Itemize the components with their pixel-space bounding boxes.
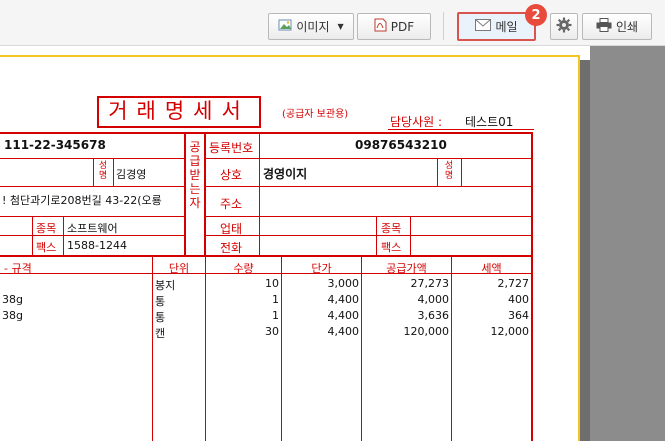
receiver-label-col [259, 132, 260, 256]
supplier-fax-label: 팩스 [36, 241, 57, 254]
receiver-row-line [204, 235, 533, 236]
supplier-cell-line [63, 216, 64, 256]
step-badge: 2 [525, 4, 547, 26]
receiver-name-label: 성명 [444, 161, 454, 181]
image-icon [278, 18, 292, 35]
preview-background [590, 46, 665, 441]
row-tax: 400 [508, 293, 529, 306]
row-unit: 통 [155, 295, 166, 308]
row-supply: 3,636 [417, 309, 450, 322]
envelope-icon [475, 19, 492, 34]
supplier-name-label: 성명 [98, 161, 108, 181]
receiver-address-label: 주소 [220, 197, 243, 211]
pdf-export-button[interactable]: PDF [357, 13, 431, 40]
supplier-address: ! 첨단과기로208번길 43-22(오룡 [2, 194, 162, 207]
image-export-button[interactable]: 이미지 ▼ [268, 13, 354, 40]
row-qty: 1 [272, 309, 279, 322]
col-header-supply: 공급가액 [386, 262, 427, 275]
supplier-divider [184, 132, 186, 256]
receiver-phone-label: 전화 [220, 241, 243, 255]
report-viewer: 이미지 ▼ PDF 메일 2 인쇄 거래명세서 (공급자 보관용) 담당사원:… [0, 0, 665, 441]
receiver-row-line [204, 186, 533, 187]
row-supply: 4,000 [417, 293, 450, 306]
receiver-fax-label: 팩스 [381, 241, 402, 254]
supplier-row-line [0, 186, 184, 187]
row-price: 3,000 [327, 277, 360, 290]
info-bottom-border [0, 255, 533, 257]
supplier-cell-line [93, 158, 94, 186]
supplier-fax: 1588-1244 [67, 239, 127, 252]
row-supply: 27,273 [410, 277, 450, 290]
receiver-cell-line [410, 216, 411, 256]
row-unit: 봉지 [155, 279, 176, 292]
supplier-item: 소프트웨어 [67, 222, 118, 235]
toolbar-divider [443, 12, 444, 40]
receiver-cell-line [437, 158, 438, 186]
row-qty: 1 [272, 293, 279, 306]
supplier-row-line [0, 158, 184, 159]
receiver-company: 경영이지 [263, 167, 308, 181]
col-header-price: 단가 [311, 262, 332, 275]
manager-value: 테스트01 [465, 115, 514, 129]
col-header-spec: - 규격 [4, 262, 32, 275]
supplier-cell-line [113, 158, 114, 186]
document-subtitle: (공급자 보관용) [282, 109, 349, 120]
receiver-cell-line [461, 158, 462, 186]
receiver-business-label: 업태 [220, 222, 243, 236]
table-col-line [152, 257, 153, 441]
gear-icon [556, 17, 572, 36]
row-price: 4,400 [327, 325, 360, 338]
supplier-regno: 111-22-345678 [4, 138, 106, 152]
toolbar: 이미지 ▼ PDF 메일 2 인쇄 [0, 0, 665, 46]
image-export-label: 이미지 [296, 20, 330, 34]
col-header-unit: 단위 [168, 262, 190, 275]
receiver-vertical-label: 공급받는자 [189, 140, 201, 210]
receiver-cell-line [376, 216, 377, 256]
print-label: 인쇄 [615, 20, 639, 34]
row-spec: 38g [2, 293, 23, 306]
row-spec: 38g [2, 309, 23, 322]
pdf-icon [374, 18, 387, 35]
row-tax: 2,727 [497, 277, 530, 290]
receiver-item-label: 종목 [381, 222, 402, 235]
row-price: 4,400 [327, 309, 360, 322]
row-qty: 10 [265, 277, 279, 290]
row-tax: 364 [508, 309, 529, 322]
receiver-row-line [204, 158, 533, 159]
settings-button[interactable] [550, 13, 578, 40]
receiver-left-border [204, 132, 206, 256]
row-supply: 120,000 [403, 325, 450, 338]
table-right-border [531, 257, 533, 441]
row-tax: 12,000 [490, 325, 530, 338]
row-price: 4,400 [327, 293, 360, 306]
info-right-border [531, 132, 533, 256]
supplier-name: 김경영 [116, 168, 147, 181]
row-unit: 통 [155, 311, 166, 324]
receiver-row-line [204, 216, 533, 217]
print-button[interactable]: 인쇄 [582, 13, 652, 40]
manager-label: 담당사원 : [390, 115, 443, 129]
info-top-border [0, 132, 533, 134]
col-header-tax: 세액 [481, 262, 502, 275]
pdf-export-label: PDF [390, 19, 415, 34]
page-shadow [580, 60, 590, 441]
mail-label: 메일 [495, 20, 518, 34]
receiver-company-label: 상호 [220, 168, 243, 182]
receiver-regno: 09876543210 [355, 138, 447, 152]
supplier-row-line [0, 216, 184, 217]
receiver-regno-label: 등록번호 [209, 141, 254, 155]
printer-icon [596, 18, 612, 35]
supplier-cell-line [32, 216, 33, 256]
chevron-down-icon[interactable]: ▼ [337, 22, 343, 31]
col-header-qty: 수량 [233, 262, 254, 275]
row-unit: 캔 [155, 327, 166, 340]
row-qty: 30 [265, 325, 279, 338]
document-title: 거래명세서 [97, 96, 261, 128]
supplier-item-label: 종목 [36, 222, 57, 235]
manager-underline [388, 129, 534, 130]
